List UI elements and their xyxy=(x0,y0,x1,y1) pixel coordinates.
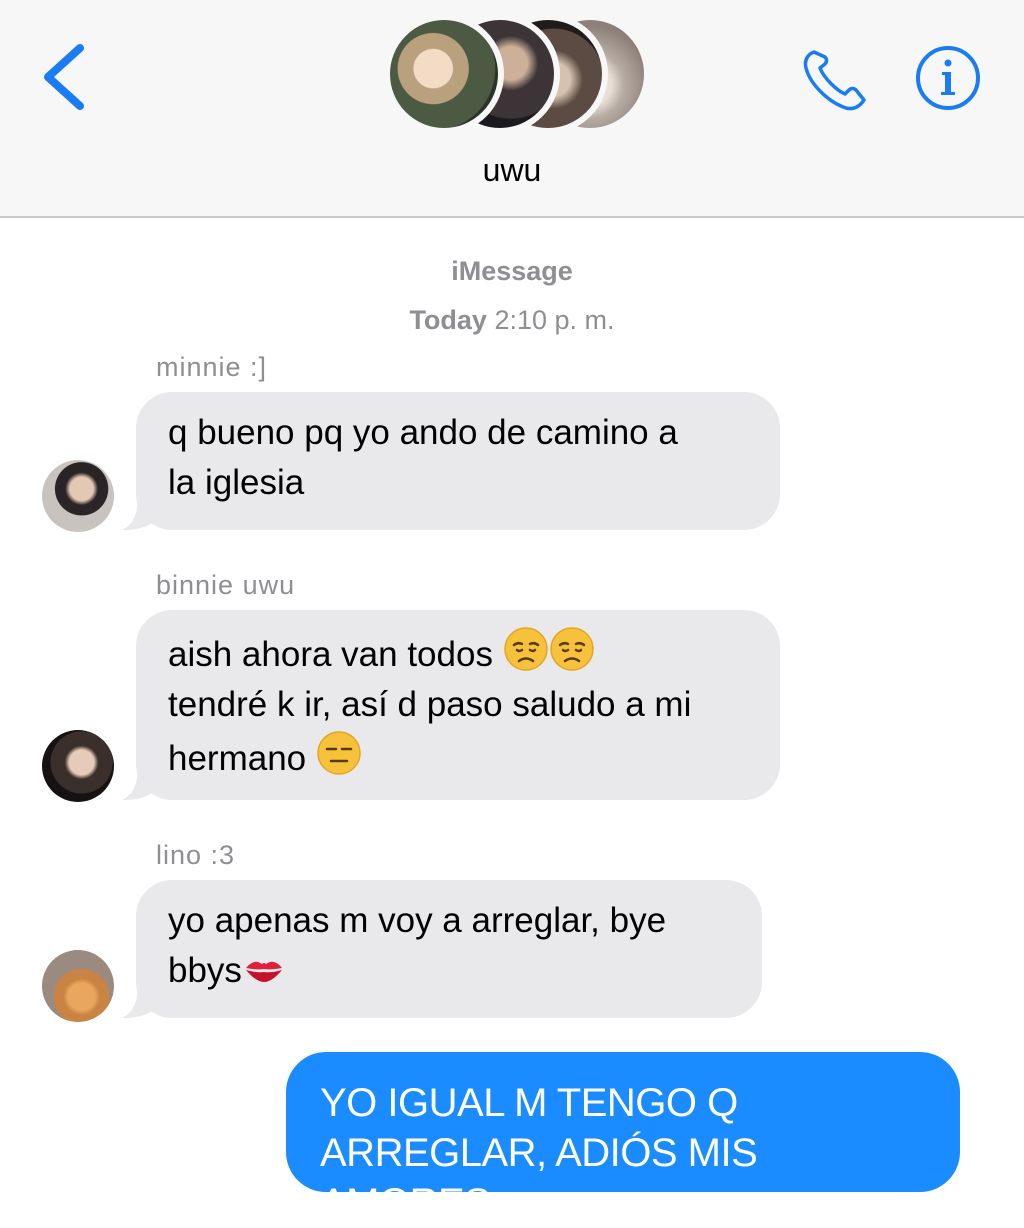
avatar[interactable] xyxy=(42,730,114,802)
message-text: bbys xyxy=(168,951,242,990)
outgoing-message-bubble[interactable]: YO IGUAL M TENGO Q ARREGLAR, ADIÓS MIS A… xyxy=(286,1052,960,1225)
message-line: tendré k ir, así d paso saludo a mi xyxy=(168,685,692,724)
message-text: aish ahora van todos xyxy=(168,635,493,674)
message-text: hermano xyxy=(168,739,307,778)
group-name[interactable]: uwu xyxy=(0,152,1024,189)
message-bubble[interactable]: yo apenas m voy a arreglar, bye bbys xyxy=(136,880,762,1018)
message-line: YO IGUAL M TENGO Q xyxy=(320,1081,738,1125)
conversation-header: uwu xyxy=(0,0,1024,218)
group-avatars[interactable] xyxy=(384,10,650,134)
avatar xyxy=(384,14,504,134)
message-line: la iglesia xyxy=(168,463,305,502)
disappointed-face-icon xyxy=(503,627,548,671)
sender-name: minnie :] xyxy=(156,352,268,382)
disappointed-face-icon xyxy=(549,627,594,671)
avatar[interactable] xyxy=(42,460,114,532)
service-label: iMessage xyxy=(451,256,573,286)
kiss-mark-icon xyxy=(245,961,282,982)
sender-name: binnie uwu xyxy=(156,570,296,600)
chevron-left-icon[interactable] xyxy=(36,42,90,112)
message-line: hermano xyxy=(168,730,748,784)
phone-icon[interactable] xyxy=(800,46,870,112)
message-line: q bueno pq yo ando de camino a xyxy=(168,413,678,452)
timestamp-time: 2:10 p. m. xyxy=(494,305,615,335)
message-bubble[interactable]: aish ahora van todos tendré k ir, así d … xyxy=(136,610,780,800)
message-bubble[interactable]: q bueno pq yo ando de camino a la iglesi… xyxy=(136,392,780,530)
expressionless-face-icon xyxy=(317,731,361,775)
info-icon[interactable] xyxy=(914,44,982,112)
avatar[interactable] xyxy=(42,950,114,1022)
timestamp-day: Today xyxy=(409,305,487,335)
timestamp: Today 2:10 p. m. xyxy=(0,305,1024,336)
message-line: ARREGLAR, ADIÓS MIS AMORES xyxy=(320,1131,758,1225)
sender-name: lino :3 xyxy=(156,840,236,870)
message-line: yo apenas m voy a arreglar, bye xyxy=(168,901,667,940)
message-line: bbys xyxy=(168,946,730,996)
message-line: aish ahora van todos xyxy=(168,626,748,680)
